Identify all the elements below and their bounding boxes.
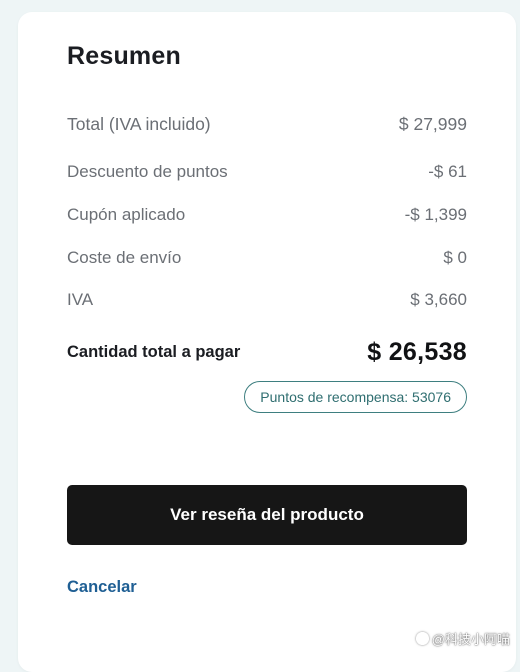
row-value: -$ 1,399 bbox=[405, 205, 467, 225]
row-label: Coste de envío bbox=[67, 248, 181, 268]
summary-card: Resumen Total (IVA incluido) $ 27,999 De… bbox=[18, 12, 516, 672]
summary-row-points-discount: Descuento de puntos -$ 61 bbox=[67, 162, 467, 182]
row-value: $ 3,660 bbox=[410, 290, 467, 310]
grand-total-label: Cantidad total a pagar bbox=[67, 343, 240, 362]
row-label: Descuento de puntos bbox=[67, 162, 228, 182]
summary-row-coupon: Cupón aplicado -$ 1,399 bbox=[67, 205, 467, 225]
watermark: @科技小阿喵 bbox=[416, 629, 510, 648]
circle-icon bbox=[416, 632, 429, 645]
row-label: Cupón aplicado bbox=[67, 205, 185, 225]
row-label: Total (IVA incluido) bbox=[67, 114, 211, 135]
grand-total-row: Cantidad total a pagar $ 26,538 bbox=[67, 338, 467, 367]
grand-total-amount: $ 26,538 bbox=[367, 338, 467, 367]
watermark-text: @科技小阿喵 bbox=[432, 629, 510, 648]
row-value: $ 27,999 bbox=[399, 114, 467, 135]
row-label: IVA bbox=[67, 290, 93, 310]
summary-title: Resumen bbox=[67, 42, 181, 71]
summary-row-total: Total (IVA incluido) $ 27,999 bbox=[67, 114, 467, 135]
review-product-button[interactable]: Ver reseña del producto bbox=[67, 485, 467, 545]
summary-row-shipping: Coste de envío $ 0 bbox=[67, 248, 467, 268]
rewards-points-badge: Puntos de recompensa: 53076 bbox=[244, 381, 467, 413]
summary-row-iva: IVA $ 3,660 bbox=[67, 290, 467, 310]
cancel-link[interactable]: Cancelar bbox=[67, 578, 137, 597]
row-value: $ 0 bbox=[443, 248, 467, 268]
row-value: -$ 61 bbox=[428, 162, 467, 182]
